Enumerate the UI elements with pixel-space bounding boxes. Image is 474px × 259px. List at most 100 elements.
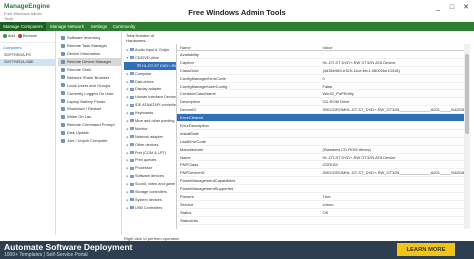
property-name: StatusInfo: [180, 217, 199, 223]
tree-node[interactable]: ▸ Audio input & Outpu: [124, 46, 176, 54]
close-button[interactable]: ✕: [460, 2, 472, 12]
tree-node[interactable]: ▸ Keyboards: [124, 109, 176, 117]
tool-disk-update[interactable]: Disk Update: [58, 129, 121, 137]
table-row[interactable]: DeviceID IDE\CDROMHL-DT-ST_DVD+-RW_GT32N_…: [177, 106, 464, 115]
table-row[interactable]: Status OK: [177, 209, 464, 217]
computer-item-selected[interactable]: SOFTREDA-SBE: [0, 59, 55, 66]
expand-arrow-icon[interactable]: ▸: [126, 206, 129, 210]
table-row[interactable]: Description CD-ROM Drive: [177, 98, 464, 107]
tool-logged-on-user[interactable]: Currently Logged On User: [58, 89, 121, 97]
tool-shutdown-restart[interactable]: Shutdown / Restart: [58, 105, 121, 113]
column-name-header[interactable]: Name: [177, 45, 321, 50]
table-row[interactable]: Manufacturer (Standard CD-ROM drives): [177, 146, 464, 154]
expand-arrow-icon[interactable]: ▾: [126, 56, 129, 60]
expand-arrow-icon[interactable]: ▸: [126, 182, 129, 186]
expand-arrow-icon[interactable]: ▸: [126, 119, 129, 123]
expand-arrow-icon[interactable]: ▸: [126, 143, 129, 147]
property-value: True: [322, 193, 331, 199]
table-row[interactable]: ErrorDescription: [177, 122, 464, 130]
tool-remote-shell[interactable]: Remote Shell: [58, 66, 121, 74]
learn-more-button[interactable]: LEARN MORE: [397, 243, 455, 256]
table-row[interactable]: InstallDate: [177, 130, 464, 138]
table-row[interactable]: Present True: [177, 193, 464, 201]
expand-arrow-icon[interactable]: ▸: [126, 166, 129, 170]
tool-wake-on-lan[interactable]: Wake On Lan: [58, 113, 121, 121]
tree-node[interactable]: ▸ IDE ATA/ATAPI controllers: [124, 101, 176, 109]
tool-local-users-groups[interactable]: Local Users and Groups: [58, 81, 121, 89]
tree-node[interactable]: ▸ Computer: [124, 70, 176, 78]
scroll-thumb[interactable]: [465, 54, 469, 134]
table-row[interactable]: PNPClass CDROM: [177, 161, 464, 170]
table-row[interactable]: CreationClassName Win32_PnPEntity: [177, 90, 464, 99]
tree-node[interactable]: ▸ USB Controllers: [124, 204, 176, 212]
computer-item[interactable]: SOFTREDA-PC: [0, 52, 55, 59]
expand-arrow-icon[interactable]: ▸: [126, 87, 129, 91]
tree-node[interactable]: ▸ Print queues: [124, 156, 176, 164]
table-row[interactable]: PNPDeviceID IDE\CDROMHL-DT-ST_DVD+-RW_GT3…: [177, 169, 464, 178]
tree-node[interactable]: ▸ Monitor: [124, 125, 176, 133]
tree-node[interactable]: ▸ System devices: [124, 196, 176, 204]
tool-network-share-browser[interactable]: Network Share Browser: [58, 73, 121, 81]
expand-arrow-icon[interactable]: ▸: [126, 190, 129, 194]
tree-node[interactable]: ▸ Sound, video and game: [124, 180, 176, 188]
tree-node[interactable]: ▸ Processor: [124, 164, 176, 172]
tab-community[interactable]: Community: [111, 22, 137, 31]
tree-node[interactable]: ▸ Disk drives: [124, 78, 176, 86]
table-row[interactable]: PowerManagementCapabilities: [177, 177, 464, 186]
tree-node[interactable]: ▸ Port (COM & LPT): [124, 149, 176, 157]
tree-node[interactable]: ▸ Human Interface Devices: [124, 93, 176, 101]
table-row[interactable]: StatusInfo: [177, 217, 464, 225]
expand-arrow-icon[interactable]: ▸: [126, 103, 129, 107]
add-computer-button[interactable]: Add: [3, 34, 15, 38]
table-row[interactable]: Caption HL-DT-ST DVD+-RW GT32N ATA Device: [177, 59, 464, 67]
tree-node[interactable]: ▸ Network adapter: [124, 133, 176, 141]
tool-remote-device-manager[interactable]: Remote Device Manager: [58, 57, 121, 66]
tab-settings[interactable]: Settings: [88, 22, 110, 31]
tab-manage-computers[interactable]: Manage Computers: [0, 22, 46, 31]
shell-icon: [61, 67, 65, 72]
expand-arrow-icon[interactable]: ▸: [126, 111, 129, 115]
tree-node[interactable]: ▸ Display adapter: [124, 85, 176, 93]
tree-node-selected[interactable]: HL-DT-ST DVD+-RW GT32N: [124, 61, 176, 70]
table-row[interactable]: Availability: [177, 51, 464, 59]
expand-arrow-icon[interactable]: ▸: [126, 80, 129, 84]
expand-arrow-icon[interactable]: ▸: [126, 48, 129, 52]
tree-node[interactable]: ▸ Other devices: [124, 141, 176, 149]
tree-node[interactable]: ▸ Storage controllers: [124, 188, 176, 196]
tab-manage-network[interactable]: Manage Network: [47, 22, 87, 31]
properties-table: Name Value Availability Caption HL-DT-ST D…: [176, 44, 464, 229]
table-row[interactable]: ErrorCleared: [177, 114, 464, 123]
column-value-header[interactable]: Value: [321, 45, 465, 50]
tools-panel: Software Inventory Remote Task Manager D…: [58, 31, 122, 235]
expand-arrow-icon[interactable]: ▸: [126, 72, 129, 76]
tool-device-information[interactable]: Device Information: [58, 50, 121, 58]
properties-scrollbar[interactable]: [464, 44, 470, 229]
tree-node[interactable]: ▾ CD/DVD drive: [124, 54, 176, 62]
table-row[interactable]: Name HL-DT-ST DVD+-RW GT32N ATA Device: [177, 154, 464, 162]
expand-arrow-icon[interactable]: ▸: [126, 127, 129, 131]
maximize-button[interactable]: □: [446, 2, 458, 12]
tool-software-inventory[interactable]: Software Inventory: [58, 34, 121, 42]
tool-remote-task-manager[interactable]: Remote Task Manager: [58, 42, 121, 50]
table-row[interactable]: ConfigManagerUserConfig False: [177, 83, 464, 91]
remove-computer-button[interactable]: Remove: [17, 34, 37, 38]
expand-arrow-icon[interactable]: ▸: [126, 198, 129, 202]
tool-laptop-battery[interactable]: Laptop Battery Power: [58, 97, 121, 105]
expand-arrow-icon[interactable]: ▸: [126, 174, 129, 178]
computers-group-label[interactable]: Computers: [0, 44, 55, 52]
tool-remote-command-prompt[interactable]: Remote Command Prompt: [58, 121, 121, 129]
expand-arrow-icon[interactable]: ▸: [126, 95, 129, 99]
expand-arrow-icon[interactable]: ▸: [126, 135, 129, 139]
tree-node[interactable]: ▸ Mice and other pointing: [124, 117, 176, 125]
tree-node[interactable]: ▸ Software devices: [124, 172, 176, 180]
tool-join-unjoin[interactable]: Join / Unjoin Computer: [58, 137, 121, 145]
table-row[interactable]: Service cdrom: [177, 201, 464, 209]
property-name: PowerManagementCapabilities: [180, 178, 236, 184]
expand-arrow-icon[interactable]: ▸: [126, 151, 129, 155]
minimize-button[interactable]: _: [432, 2, 444, 12]
table-row[interactable]: LastErrorCode: [177, 138, 464, 146]
table-row[interactable]: PowerManagementSupported: [177, 185, 464, 194]
expand-arrow-icon[interactable]: ▸: [126, 158, 129, 162]
table-row[interactable]: ConfigManagerErrorCode 0: [177, 75, 464, 83]
table-row[interactable]: ClassGuid {4d36e965-e325-11ce-bfc1-08002b…: [177, 67, 464, 75]
